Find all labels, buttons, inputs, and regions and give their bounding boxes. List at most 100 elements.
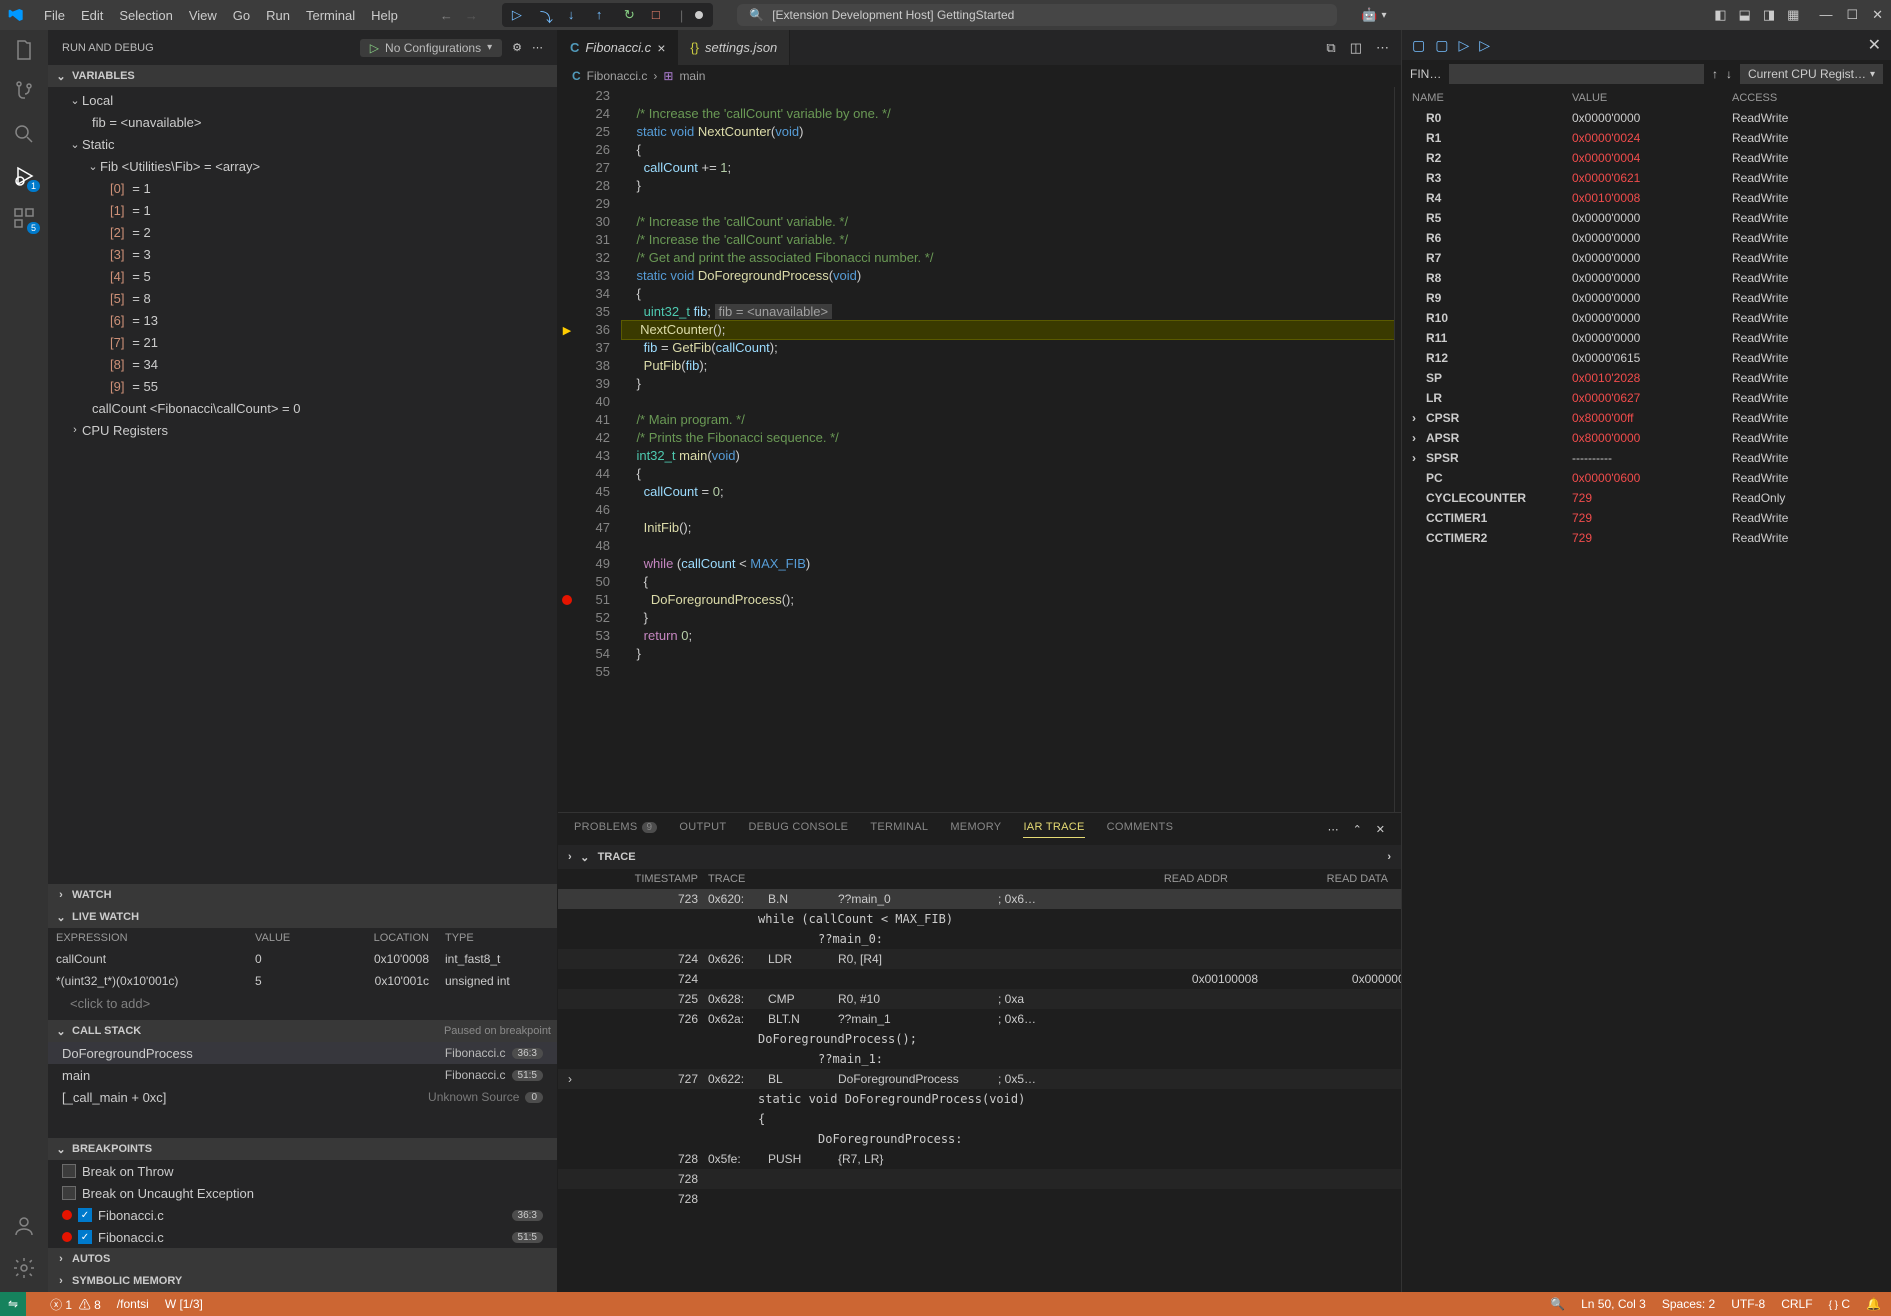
zoom-icon[interactable]: 🔍 [1550,1297,1565,1311]
scope-local[interactable]: ⌄Local [48,89,557,111]
symbolic-memory-section-header[interactable]: › SYMBOLIC MEMORY [48,1270,557,1292]
copilot-chevron-icon[interactable]: ▾ [1381,10,1386,21]
maximize-icon[interactable]: ☐ [1846,7,1858,23]
callstack-frame[interactable]: mainFibonacci.c51:5 [48,1064,557,1086]
register-row[interactable]: R12 0x0000'0615ReadWrite [1402,348,1891,368]
callstack-section-header[interactable]: ⌄ CALL STACK Paused on breakpoint [48,1020,557,1042]
scope-static[interactable]: ⌄Static [48,133,557,155]
panel-tab-iar-trace[interactable]: IAR TRACE [1023,821,1084,838]
menu-edit[interactable]: Edit [73,4,111,27]
more-icon[interactable]: ⋯ [532,41,543,54]
reg-icon-3[interactable]: ▷ [1458,37,1469,54]
scope-cpu-registers[interactable]: ›CPU Registers [48,419,557,441]
var-fib-element[interactable]: [4] = 5 [48,265,557,287]
compare-icon[interactable]: ⧉ [1326,40,1335,56]
register-row[interactable]: LR 0x0000'0627ReadWrite [1402,388,1891,408]
menu-selection[interactable]: Selection [111,4,180,27]
source-control-icon[interactable] [12,80,36,104]
remote-indicator[interactable]: ⇋ [0,1292,26,1316]
close-icon[interactable]: ✕ [1872,7,1883,23]
run-debug-icon[interactable]: 1 [12,164,36,188]
toggle-primary-sidebar-icon[interactable]: ◧ [1714,7,1726,23]
extensions-icon[interactable]: 5 [12,206,36,230]
close-tab-icon[interactable]: × [657,40,665,56]
panel-tab-problems[interactable]: PROBLEMS9 [574,821,657,838]
register-row[interactable]: ›APSR 0x8000'0000ReadWrite [1402,428,1891,448]
livewatch-add[interactable]: <click to add> [48,992,557,1014]
search-nav-icon[interactable] [12,122,36,146]
command-center[interactable]: 🔍 [Extension Development Host] GettingSt… [737,4,1337,26]
editor-tab[interactable]: {}settings.json [678,30,790,65]
register-row[interactable]: R10 0x0000'0000ReadWrite [1402,308,1891,328]
config-gear-icon[interactable]: ⚙ [512,41,522,54]
watch-section-header[interactable]: › WATCH [48,884,557,906]
breakpoint-item[interactable]: ✓ Fibonacci.c51:5 [48,1226,557,1248]
reg-icon-1[interactable]: ▢ [1412,37,1425,54]
register-row[interactable]: R5 0x0000'0000ReadWrite [1402,208,1891,228]
var-fib-element[interactable]: [9] = 55 [48,375,557,397]
trace-row[interactable]: 724 0x001000080x00000000 [558,969,1401,989]
var-fib-element[interactable]: [2] = 2 [48,221,557,243]
toggle-secondary-sidebar-icon[interactable]: ◨ [1763,7,1775,23]
register-row[interactable]: R8 0x0000'0000ReadWrite [1402,268,1891,288]
var-fib[interactable]: fib = <unavailable> [48,111,557,133]
trace-row[interactable]: 723 0x620:B.N??main_0; 0x6… [558,889,1401,909]
register-row[interactable]: R7 0x0000'0000ReadWrite [1402,248,1891,268]
menu-terminal[interactable]: Terminal [298,4,363,27]
reg-icon-2[interactable]: ▢ [1435,37,1448,54]
overview-ruler[interactable] [1394,87,1401,812]
callstack-frame[interactable]: [_call_main + 0xc]Unknown Source0 [48,1086,557,1108]
panel-tab-comments[interactable]: COMMENTS [1107,821,1174,838]
var-fib-element[interactable]: [8] = 34 [48,353,557,375]
register-row[interactable]: ›CPSR 0x8000'00ffReadWrite [1402,408,1891,428]
trace-section-header[interactable]: › ⌄ TRACE › [558,845,1401,869]
register-row[interactable]: R9 0x0000'0000ReadWrite [1402,288,1891,308]
callstack-frame[interactable]: DoForegroundProcessFibonacci.c36:3 [48,1042,557,1064]
register-row[interactable]: R6 0x0000'0000ReadWrite [1402,228,1891,248]
code-content[interactable]: /* Increase the 'callCount' variable by … [622,87,1394,812]
var-fib-element[interactable]: [0] = 1 [48,177,557,199]
var-fib-element[interactable]: [1] = 1 [48,199,557,221]
debug-record-icon[interactable] [695,11,703,19]
nav-back-icon[interactable]: ← [440,8,453,23]
editor-body[interactable]: ▶ 23242526272829303132333435363738394041… [558,87,1401,812]
livewatch-cell[interactable]: callCount [48,948,247,970]
menu-file[interactable]: File [36,4,73,27]
livewatch-section-header[interactable]: ⌄ LIVE WATCH [48,906,557,928]
bp-break-on-throw[interactable]: Break on Throw [48,1160,557,1182]
trace-row[interactable]: 724 0x626:LDRR0, [R4] [558,949,1401,969]
trace-row[interactable]: ›727 0x622:BLDoForegroundProcess; 0x5… [558,1069,1401,1089]
register-row[interactable]: R3 0x0000'0621ReadWrite [1402,168,1891,188]
panel-tab-memory[interactable]: MEMORY [950,821,1001,838]
autos-section-header[interactable]: › AUTOS [48,1248,557,1270]
eol-status[interactable]: CRLF [1781,1297,1812,1311]
var-fib-element[interactable]: [5] = 8 [48,287,557,309]
breakpoint-item[interactable]: ✓ Fibonacci.c36:3 [48,1204,557,1226]
customize-layout-icon[interactable]: ▦ [1787,7,1799,23]
encoding-status[interactable]: UTF-8 [1731,1297,1765,1311]
menu-go[interactable]: Go [225,4,258,27]
panel-close-icon[interactable]: ✕ [1376,823,1385,836]
step-out-icon[interactable]: ↑ [596,7,612,23]
accounts-icon[interactable] [12,1214,36,1238]
register-row[interactable]: R2 0x0000'0004ReadWrite [1402,148,1891,168]
expand-icon[interactable]: › [568,851,572,863]
var-fib-element[interactable]: [6] = 13 [48,309,557,331]
stop-icon[interactable]: □ [652,7,668,23]
menu-help[interactable]: Help [363,4,406,27]
split-editor-icon[interactable]: ◫ [1350,40,1362,56]
register-row[interactable]: R1 0x0000'0024ReadWrite [1402,128,1891,148]
find-next-icon[interactable]: ↓ [1726,67,1732,81]
register-row[interactable]: CCTIMER2 729ReadWrite [1402,528,1891,548]
problems-status[interactable]: ⓧ 1 ⚠ 8 [50,1296,101,1313]
register-row[interactable]: CYCLECOUNTER 729ReadOnly [1402,488,1891,508]
glyph-margin[interactable]: ▶ [558,87,576,812]
notifications-icon[interactable]: 🔔 [1866,1297,1881,1311]
more-actions-icon[interactable]: ⋯ [1376,40,1389,56]
status-w[interactable]: W [1/3] [165,1297,203,1311]
restart-icon[interactable]: ↻ [624,7,640,23]
trace-row[interactable]: 725 0x628:CMPR0, #10; 0xa [558,989,1401,1009]
cursor-position[interactable]: Ln 50, Col 3 [1581,1297,1646,1311]
register-row[interactable]: R0 0x0000'0000ReadWrite [1402,108,1891,128]
continue-icon[interactable]: ▷ [512,7,528,23]
